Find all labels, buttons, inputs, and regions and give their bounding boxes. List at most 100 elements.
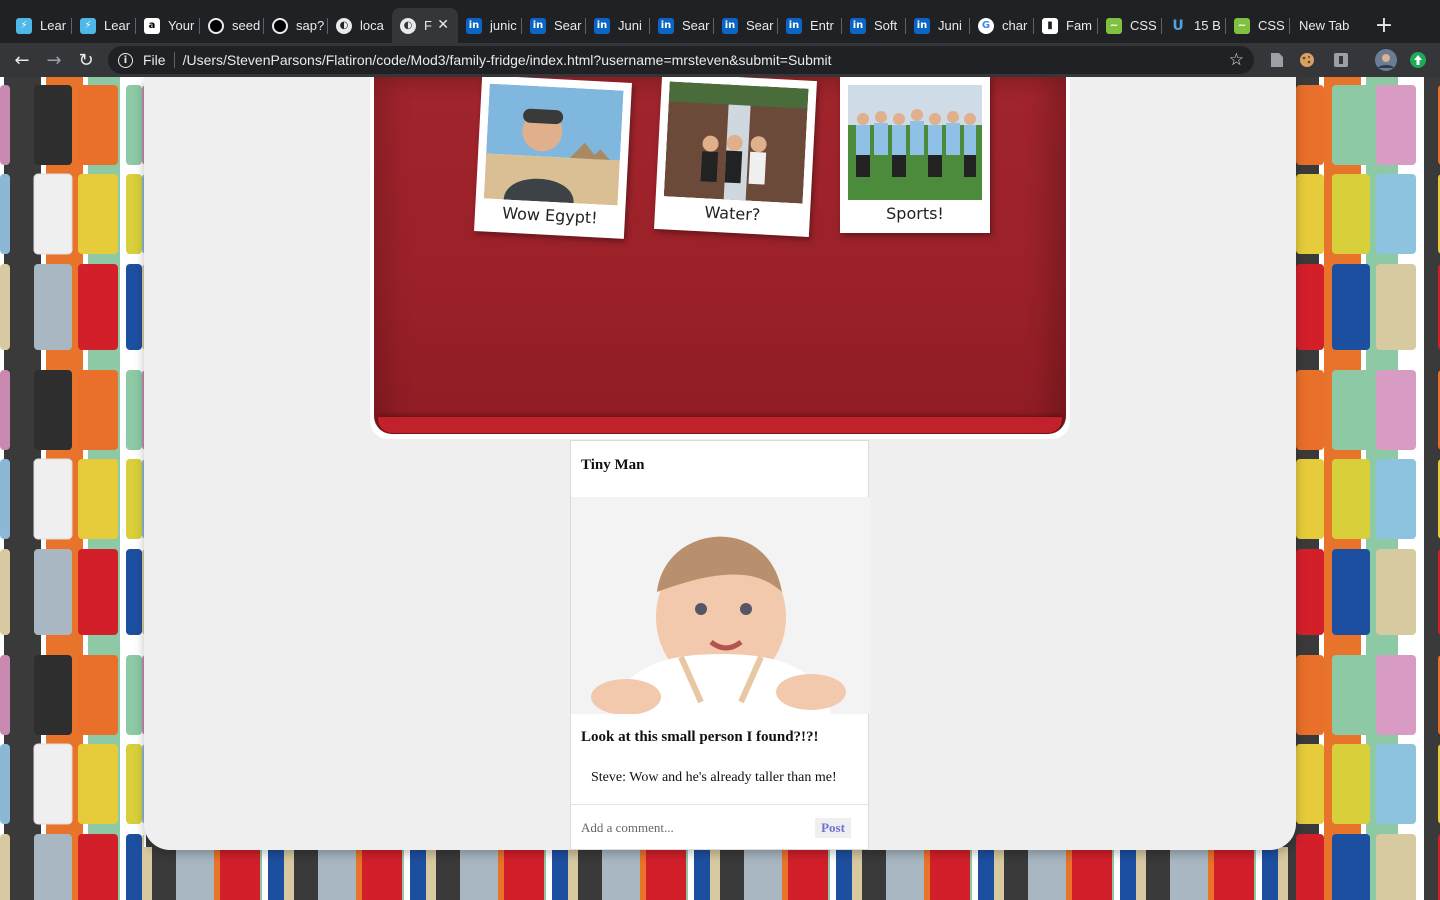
github-icon bbox=[208, 17, 224, 34]
reload-button[interactable]: ↻ bbox=[70, 46, 102, 74]
fridge-base bbox=[378, 417, 1062, 433]
linkedin-icon: in bbox=[658, 17, 674, 34]
tab[interactable]: ⚡ Lear bbox=[72, 8, 136, 43]
css-icon: ~ bbox=[1234, 17, 1250, 34]
tab-title: Juni bbox=[618, 18, 642, 33]
tab[interactable]: a Your bbox=[136, 8, 200, 43]
reload-icon: ↻ bbox=[78, 49, 94, 71]
photo-caption: Wow Egypt! bbox=[501, 203, 599, 228]
tab-title: 15 B bbox=[1194, 18, 1221, 33]
comment: Steve: Wow and he's already taller than … bbox=[591, 770, 837, 785]
tab[interactable]: ~ CSS bbox=[1098, 8, 1162, 43]
fridge: Wow Egypt! Water? Sports! bbox=[370, 77, 1070, 439]
post-caption: Look at this small person I found?!?! bbox=[581, 729, 819, 745]
globe-icon: ◐ bbox=[336, 17, 352, 34]
back-button[interactable]: ← bbox=[6, 46, 38, 74]
u-icon: U bbox=[1170, 17, 1186, 34]
linkedin-icon: in bbox=[594, 17, 610, 34]
divider bbox=[173, 52, 175, 68]
post-photo bbox=[571, 497, 870, 714]
google-icon: G bbox=[978, 17, 994, 34]
tab-title: Fam bbox=[1066, 18, 1092, 33]
linkedin-icon: in bbox=[786, 17, 802, 34]
tab[interactable]: seed bbox=[200, 8, 264, 43]
tab-title: Juni bbox=[938, 18, 962, 33]
tab[interactable]: in Soft bbox=[842, 8, 906, 43]
tab[interactable]: sap? bbox=[264, 8, 328, 43]
tab-title: Sear bbox=[746, 18, 774, 33]
post-button[interactable]: Post bbox=[815, 818, 851, 838]
tab-strip: ⚡ Lear ⚡ Lear a Your seed sap? ◐ loca ◐ F ✕ in… bbox=[0, 0, 1440, 43]
forward-button[interactable]: → bbox=[38, 46, 70, 74]
tab-title: Soft bbox=[874, 18, 898, 33]
linkedin-icon: in bbox=[466, 17, 482, 34]
tab-title: CSS bbox=[1130, 18, 1157, 33]
new-tab-button[interactable]: + bbox=[1366, 8, 1402, 43]
update-icon[interactable] bbox=[1409, 51, 1427, 69]
tab-title: loca bbox=[360, 18, 384, 33]
learn-icon: ⚡ bbox=[16, 17, 32, 34]
tab-title: Sear bbox=[682, 18, 710, 33]
tab-active[interactable]: ◐ F ✕ bbox=[392, 8, 458, 43]
star-icon[interactable]: ☆ bbox=[1229, 50, 1244, 70]
tab-title: Lear bbox=[104, 18, 131, 33]
photo-caption: Water? bbox=[704, 202, 761, 225]
tab[interactable]: ◐ loca bbox=[328, 8, 392, 43]
tab[interactable]: in Juni bbox=[586, 8, 650, 43]
photo-card[interactable]: Sports! bbox=[840, 77, 990, 233]
css-icon: ~ bbox=[1106, 17, 1122, 34]
photo-egypt bbox=[483, 83, 624, 206]
tab-title: sap? bbox=[296, 18, 324, 33]
page-background: Wow Egypt! Water? Sports! Tiny Man Look … bbox=[0, 77, 1440, 900]
photo-card[interactable]: Wow Egypt! bbox=[474, 77, 632, 239]
post-card: Tiny Man Look at this small person I fou… bbox=[570, 440, 870, 850]
amazon-icon: a bbox=[144, 17, 160, 34]
extension-icon[interactable] bbox=[1332, 51, 1350, 69]
tab[interactable]: in Sear bbox=[522, 8, 586, 43]
tab-title: Your bbox=[168, 18, 195, 33]
document-icon[interactable] bbox=[1268, 51, 1286, 69]
photo-caption: Sports! bbox=[886, 204, 944, 223]
post-title: Tiny Man bbox=[581, 457, 645, 473]
linkedin-icon: in bbox=[530, 17, 546, 34]
browser-toolbar: ← → ↻ i File /Users/StevenParsons/Flatir… bbox=[0, 43, 1440, 77]
tab[interactable]: ⚡ Lear bbox=[8, 8, 72, 43]
photo-waterfall bbox=[663, 81, 809, 204]
tab-title: CSS bbox=[1258, 18, 1285, 33]
trello-icon: ▮ bbox=[1042, 17, 1058, 34]
photo-card[interactable]: Water? bbox=[654, 77, 817, 237]
linkedin-icon: in bbox=[914, 17, 930, 34]
close-icon[interactable]: ✕ bbox=[437, 17, 449, 33]
tab-title: Lear bbox=[40, 18, 67, 33]
tab[interactable]: U 15 B bbox=[1162, 8, 1226, 43]
arrow-right-icon: → bbox=[46, 49, 62, 71]
tab[interactable]: Gchar bbox=[970, 8, 1034, 43]
linkedin-icon: in bbox=[850, 17, 866, 34]
linkedin-icon: in bbox=[722, 17, 738, 34]
tab-title: char bbox=[1002, 18, 1028, 33]
tab[interactable]: in Juni bbox=[906, 8, 970, 43]
tab-title: seed bbox=[232, 18, 260, 33]
tab[interactable]: in Sear bbox=[650, 8, 714, 43]
plus-icon: + bbox=[1374, 13, 1394, 38]
address-url[interactable]: /Users/StevenParsons/Flatiron/code/Mod3/… bbox=[183, 52, 832, 68]
learn-icon: ⚡ bbox=[80, 17, 96, 34]
cookie-icon[interactable] bbox=[1298, 51, 1316, 69]
photo-team bbox=[848, 85, 982, 200]
tab-title: junic bbox=[490, 18, 517, 33]
tab[interactable]: in Sear bbox=[714, 8, 778, 43]
tab[interactable]: ~ CSS bbox=[1226, 8, 1290, 43]
tab[interactable]: in Entr bbox=[778, 8, 842, 43]
info-icon[interactable]: i bbox=[118, 52, 133, 68]
tab-title: Entr bbox=[810, 18, 834, 33]
tab[interactable]: ▮ Fam bbox=[1034, 8, 1098, 43]
tab-new-tab[interactable]: New Tab bbox=[1290, 8, 1366, 43]
comment-input[interactable] bbox=[581, 818, 801, 838]
avatar[interactable] bbox=[1375, 49, 1397, 71]
main-content: Wow Egypt! Water? Sports! Tiny Man Look … bbox=[144, 77, 1296, 850]
tab-title: Sear bbox=[554, 18, 582, 33]
tab[interactable]: in junic bbox=[458, 8, 522, 43]
address-bar[interactable]: i File /Users/StevenParsons/Flatiron/cod… bbox=[108, 46, 1254, 74]
address-scheme: File bbox=[143, 52, 166, 68]
arrow-left-icon: ← bbox=[14, 49, 30, 71]
